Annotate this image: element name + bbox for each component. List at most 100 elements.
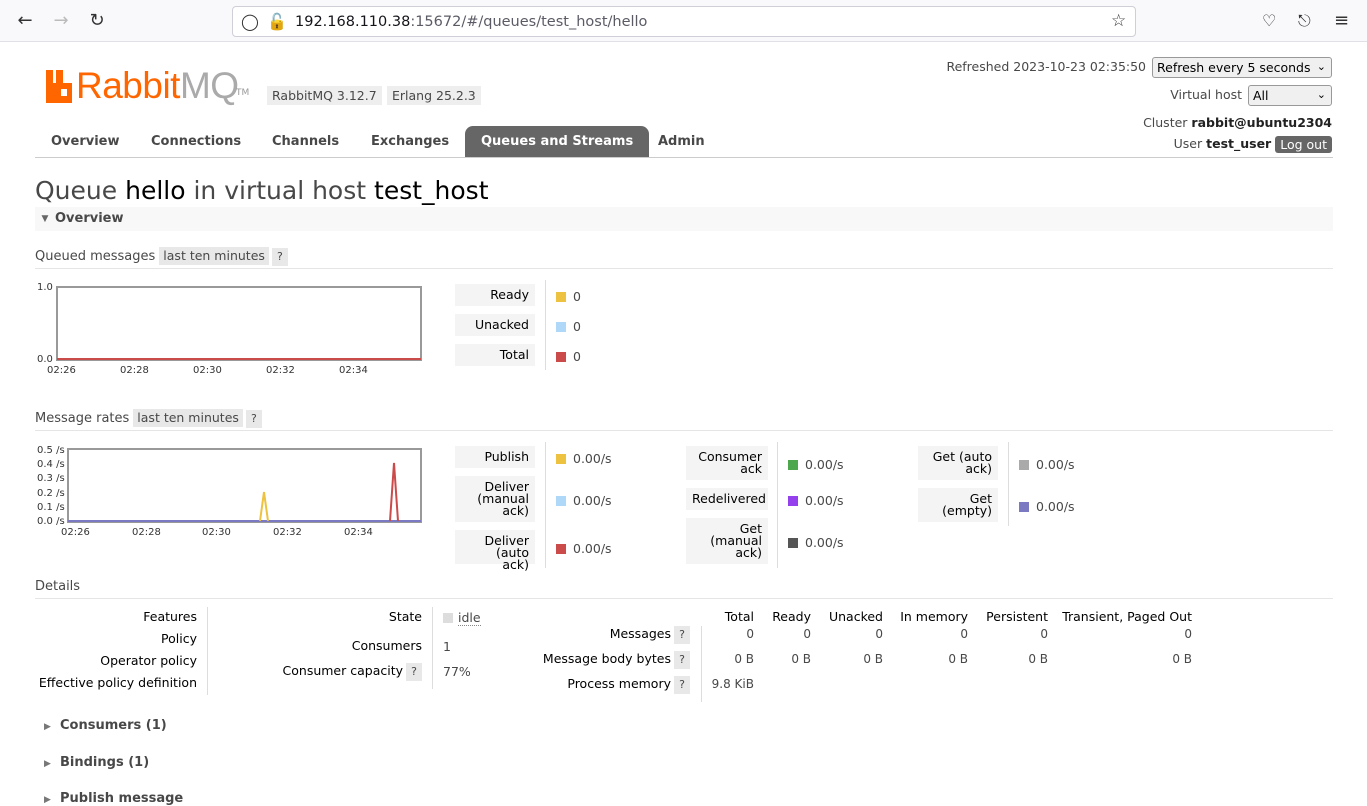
divider (207, 607, 208, 695)
pocket-icon[interactable]: ♡ (1262, 11, 1276, 30)
get-auto-rate: 0.00/s (1036, 457, 1075, 472)
table-cell: 0 B (1172, 652, 1192, 666)
shield-icon[interactable]: ◯ (241, 12, 259, 31)
features-label: Features (143, 609, 197, 624)
legend-get-empty-label: Get (empty) (918, 488, 998, 522)
messages-row-label: Messages? (520, 626, 690, 644)
extensions-icon[interactable]: ⎋ (1298, 11, 1311, 31)
address-bar[interactable]: ◯ 🔓 192.168.110.38:15672/#/queues/test_h… (232, 6, 1136, 37)
publish-rate: 0.00/s (573, 451, 612, 466)
state-indicator-icon (443, 613, 453, 623)
insecure-lock-icon[interactable]: 🔓 (267, 12, 287, 31)
overview-section-toggle[interactable]: ▼ Overview (35, 207, 1333, 231)
refresh-row: Refreshed 2023-10-23 02:35:50 Refresh ev… (946, 57, 1332, 78)
browser-toolbar: ← → ↻ ◯ 🔓 192.168.110.38:15672/#/queues/… (0, 0, 1367, 42)
title-prefix: Queue (35, 176, 118, 205)
rabbit-logo-icon (46, 70, 72, 103)
x-tick-label: 02:28 (132, 527, 161, 538)
consumers-section-toggle[interactable]: ▶ Consumers (1) (35, 718, 167, 733)
x-tick-label: 02:26 (61, 527, 90, 538)
legend-redelivered-value: 0.00/s (788, 493, 844, 508)
rates-help-icon[interactable]: ? (245, 410, 262, 428)
messages-help-icon[interactable]: ? (674, 626, 690, 644)
effective-policy-label: Effective policy definition (38, 675, 197, 690)
details-heading-text: Details (35, 579, 81, 594)
body-bytes-help-icon[interactable]: ? (674, 651, 690, 669)
table-cell: 0 (875, 627, 883, 641)
main-nav: Overview Connections Channels Exchanges … (35, 126, 1333, 158)
tab-overview[interactable]: Overview (35, 126, 136, 157)
get-empty-rate: 0.00/s (1036, 499, 1075, 514)
y-tick-label: 0.1 /s (37, 502, 65, 513)
title-middle: in virtual host (193, 176, 367, 205)
queued-heading-text: Queued messages (35, 249, 156, 264)
table-cell: 0 B (734, 652, 754, 666)
queued-help-icon[interactable]: ? (271, 248, 288, 266)
get-manual-rate: 0.00/s (805, 535, 844, 550)
total-value: 0 (573, 349, 581, 364)
state-value: idle (443, 610, 481, 626)
swatch-icon (556, 544, 566, 554)
bindings-section-label: Bindings (1) (60, 755, 150, 770)
forward-icon[interactable]: → (50, 10, 72, 32)
policy-label: Policy (161, 631, 197, 646)
queued-messages-chart (56, 286, 422, 361)
divider (1008, 442, 1009, 526)
tab-connections[interactable]: Connections (135, 126, 257, 157)
table-cell: 0 B (948, 652, 968, 666)
divider (545, 442, 546, 568)
url-text[interactable]: 192.168.110.38:15672/#/queues/test_host/… (295, 14, 647, 30)
consumer-ack-rate: 0.00/s (805, 457, 844, 472)
x-tick-label: 02:34 (344, 527, 373, 538)
swatch-icon (556, 352, 566, 362)
bindings-section-toggle[interactable]: ▶ Bindings (1) (35, 755, 149, 770)
table-cell: 0 (1184, 627, 1192, 641)
chart-plot-area (56, 286, 422, 361)
tab-channels[interactable]: Channels (256, 126, 355, 157)
table-cell: 0 (1040, 627, 1048, 641)
bookmark-star-icon[interactable]: ☆ (1111, 11, 1126, 31)
legend-total-value: 0 (556, 349, 581, 364)
triangle-right-icon: ▶ (44, 759, 51, 769)
y-tick-label: 0.5 /s (37, 445, 65, 456)
y-tick-label: 1.0 (37, 282, 53, 293)
triangle-right-icon: ▶ (44, 722, 51, 732)
queued-range-button[interactable]: last ten minutes (159, 247, 269, 265)
legend-unacked-value: 0 (556, 319, 581, 334)
rates-range-button[interactable]: last ten minutes (133, 409, 243, 427)
consumer-capacity-label: Consumer capacity? (230, 663, 422, 681)
triangle-down-icon: ▼ (41, 214, 49, 224)
x-tick-label: 02:28 (120, 365, 149, 376)
refresh-interval-select[interactable]: Refresh every 5 seconds ⌄ (1152, 57, 1332, 78)
unacked-value: 0 (573, 319, 581, 334)
logo-trademark: TM (236, 88, 250, 98)
refreshed-timestamp: Refreshed 2023-10-23 02:35:50 (946, 59, 1147, 74)
page-title: Queue hello in virtual host test_host (35, 176, 489, 205)
col-header-persistent: Persistent (986, 609, 1048, 624)
col-header-in-memory: In memory (900, 609, 968, 624)
menu-icon[interactable]: ≡ (1334, 10, 1349, 31)
refresh-select-value: Refresh every 5 seconds (1157, 60, 1311, 75)
capacity-help-icon[interactable]: ? (406, 663, 422, 681)
back-icon[interactable]: ← (14, 10, 36, 32)
swatch-icon (556, 322, 566, 332)
tab-queues-and-streams[interactable]: Queues and Streams (465, 126, 650, 157)
consumers-section-label: Consumers (1) (60, 718, 167, 733)
x-tick-label: 02:30 (202, 527, 231, 538)
tab-exchanges[interactable]: Exchanges (355, 126, 465, 157)
y-tick-label: 0.0 /s (37, 516, 65, 527)
vhost-select[interactable]: All ⌄ (1248, 85, 1332, 106)
x-tick-label: 02:30 (193, 365, 222, 376)
vhost-label: Virtual host (1170, 87, 1243, 102)
tab-admin[interactable]: Admin (642, 126, 721, 157)
process-memory-help-icon[interactable]: ? (674, 676, 690, 694)
legend-get-auto-value: 0.00/s (1019, 457, 1075, 472)
swatch-icon (1019, 460, 1029, 470)
reload-icon[interactable]: ↻ (86, 10, 108, 32)
redelivered-rate: 0.00/s (805, 493, 844, 508)
table-cell: 0 B (1028, 652, 1048, 666)
legend-get-auto-label: Get (auto ack) (918, 446, 998, 480)
deliver-auto-rate: 0.00/s (573, 541, 612, 556)
state-label: State (388, 609, 422, 624)
consumers-label: Consumers (351, 638, 422, 653)
